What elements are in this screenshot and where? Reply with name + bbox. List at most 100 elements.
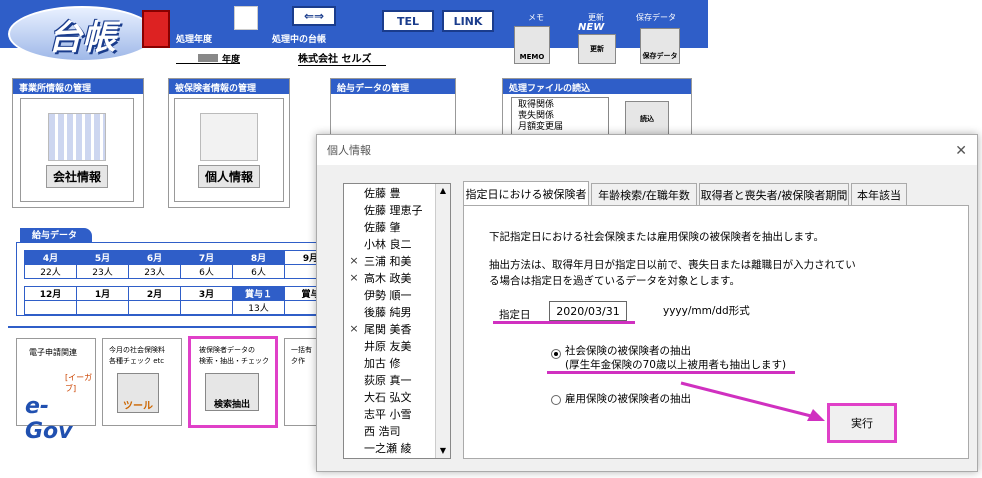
execute-button[interactable]: 実行 xyxy=(827,403,897,443)
company-name: 株式会社 セルズ xyxy=(298,50,386,66)
salary-count: 23人 xyxy=(76,264,129,279)
tab-age-search[interactable]: 年齢検索/在職年数 xyxy=(591,183,697,205)
memo-icon[interactable]: MEMO xyxy=(514,26,550,64)
employment-insurance-radio[interactable] xyxy=(551,395,561,405)
salary-count xyxy=(180,300,233,315)
tool-icon: ツール xyxy=(117,373,159,413)
search-extract-label: 被保険者データの 検索・抽出・チェック xyxy=(199,346,269,365)
salary-month[interactable]: 1月 xyxy=(76,286,129,301)
salary-title: 給与データ xyxy=(20,228,92,242)
social-insurance-label[interactable]: 社会保険の被保険者の抽出 xyxy=(565,343,691,358)
tel-button[interactable]: TEL xyxy=(382,10,434,32)
memo-label: メモ xyxy=(528,13,544,22)
employee-name: 尾関 美香 xyxy=(364,322,412,336)
salary-count: 13人 xyxy=(232,300,285,315)
tool-label: 今月の社会保険料 各種チェック etc xyxy=(109,346,165,365)
bulk-label: 一括有 夕作 xyxy=(291,346,312,365)
list-item[interactable]: 月額変更届 xyxy=(518,122,602,133)
salary-table-2: 12月 1月 2月 3月 賞与１ 賞与 13人 xyxy=(24,286,337,315)
salary-month[interactable]: 4月 xyxy=(24,250,77,265)
personal-info-dialog: 個人情報 ✕ 佐藤 豊佐藤 理恵子 佐藤 肇小林 良二 × 三浦 和美 × 高木 政美 伊勢… xyxy=(316,134,978,472)
personal-info-label: 個人情報 xyxy=(197,164,260,188)
search-extract-button[interactable]: 被保険者データの 検索・抽出・チェック 検索抽出 xyxy=(188,336,278,428)
calendar-icon[interactable] xyxy=(234,6,258,30)
description-text: 下記指定日における社会保険または雇用保険の被保険者を抽出します。 xyxy=(489,231,824,243)
company-info-label: 会社情報 xyxy=(45,164,108,188)
egov-sub: [イーガブ] xyxy=(65,373,93,393)
salary-month[interactable]: 3月 xyxy=(180,286,233,301)
egov-logo: e-Gov xyxy=(25,394,73,444)
year-value: 年度 xyxy=(176,52,240,65)
egov-button[interactable]: 電子申請関連 [イーガブ] e-Gov xyxy=(16,338,96,444)
employee-name: 志平 小雪 xyxy=(364,407,412,421)
search-extract-text: 検索抽出 xyxy=(213,400,250,410)
dialog-title: 個人情報 xyxy=(317,135,977,165)
date-format-hint: yyyy/mm/dd形式 xyxy=(663,305,750,317)
employee-name: 後藤 純男 xyxy=(364,305,412,319)
file-list[interactable]: 取得関係 喪失関係 月額変更届 xyxy=(511,97,609,137)
tool-button[interactable]: 今月の社会保険料 各種チェック etc ツール xyxy=(102,338,182,426)
salary-mgmt-panel: 給与データの管理 xyxy=(330,78,456,138)
employee-name: 荻原 真一 xyxy=(364,373,412,387)
salary-month[interactable]: 8月 xyxy=(232,250,285,265)
scroll-up-icon[interactable]: ▲ xyxy=(436,184,450,198)
employment-insurance-label[interactable]: 雇用保険の被保険者の抽出 xyxy=(565,391,691,406)
option-underline xyxy=(547,371,795,374)
date-label: 指定日 xyxy=(499,309,531,321)
status-mark: × xyxy=(349,271,359,284)
link-button[interactable]: LINK xyxy=(442,10,494,32)
switch-ledger-icon[interactable]: ⇐⇒ xyxy=(292,6,336,26)
employee-name: 大石 弘文 xyxy=(364,390,412,404)
new-badge: NEW xyxy=(578,22,605,33)
personal-info-button[interactable]: 個人情報 xyxy=(174,98,284,202)
salary-count xyxy=(128,300,181,315)
insured-panel-title: 被保険者情報の管理 xyxy=(169,79,289,94)
bulk-button[interactable]: 一括有 夕作 xyxy=(284,338,318,426)
scroll-down-icon[interactable]: ▼ xyxy=(436,444,450,458)
salary-mgmt-title: 給与データの管理 xyxy=(331,79,455,94)
tab-acquired-lost[interactable]: 取得者と喪失者/被保険者期間 xyxy=(699,183,849,205)
list-scrollbar[interactable]: ▲ ▼ xyxy=(435,184,450,458)
salary-month[interactable]: 6月 xyxy=(128,250,181,265)
method-text-2: る場合は指定日を過ぎているデータを対象とします。 xyxy=(489,275,740,287)
book-icon xyxy=(142,10,170,48)
salary-count xyxy=(24,300,77,315)
arrow-annotation xyxy=(680,381,825,421)
employee-name: 加古 修 xyxy=(364,356,401,370)
salary-month[interactable]: 賞与１ xyxy=(232,286,285,301)
tab-designated-date[interactable]: 指定日における被保険者 xyxy=(463,181,589,205)
salary-month[interactable]: 12月 xyxy=(24,286,77,301)
salary-count: 6人 xyxy=(232,264,285,279)
magnifier-icon: 検索抽出 xyxy=(205,373,259,411)
employee-name: 佐藤 理恵子 xyxy=(364,203,423,217)
company-info-button[interactable]: 会社情報 xyxy=(20,98,134,202)
status-mark: × xyxy=(349,322,359,335)
salary-month[interactable]: 2月 xyxy=(128,286,181,301)
update-icon[interactable]: 更新 xyxy=(578,34,616,64)
salary-count: 23人 xyxy=(128,264,181,279)
list-item[interactable]: 喪失関係 xyxy=(518,111,602,122)
salary-month[interactable]: 7月 xyxy=(180,250,233,265)
social-insurance-radio[interactable] xyxy=(551,349,561,359)
building-icon xyxy=(48,112,106,161)
employee-name: 小柳 雅也 xyxy=(364,457,412,459)
employee-list[interactable]: 佐藤 豊佐藤 理恵子 佐藤 肇小林 良二 × 三浦 和美 × 高木 政美 伊勢 順一 後藤 純… xyxy=(343,183,451,459)
date-underline xyxy=(493,321,635,324)
list-item[interactable]: 取得関係 xyxy=(518,100,602,111)
save-data-icon[interactable]: 保存データ xyxy=(640,28,680,64)
status-mark: × xyxy=(349,254,359,267)
employee-name: 佐藤 肇 xyxy=(364,220,401,234)
close-icon[interactable]: ✕ xyxy=(955,143,967,159)
egov-label: 電子申請関連 xyxy=(29,348,77,357)
tab-this-year[interactable]: 本年該当 xyxy=(851,183,907,205)
file-read-button[interactable]: 読込 xyxy=(625,101,669,137)
salary-month[interactable]: 5月 xyxy=(76,250,129,265)
method-text-1: 抽出方法は、取得年月日が指定日以前で、喪失日または離職日が入力されてい xyxy=(489,259,856,271)
files-panel: 処理ファイルの読込 取得関係 喪失関係 月額変更届 読込 xyxy=(502,78,692,138)
employee-name: 佐藤 豊 xyxy=(364,186,401,200)
social-insurance-note: (厚生年金保険の70歳以上被用者も抽出します) xyxy=(565,359,787,371)
date-field[interactable]: 2020/03/31 xyxy=(549,301,627,321)
employee-name: 西 浩司 xyxy=(364,424,401,438)
files-panel-title: 処理ファイルの読込 xyxy=(503,79,691,94)
employee-name: 高木 政美 xyxy=(364,271,412,285)
